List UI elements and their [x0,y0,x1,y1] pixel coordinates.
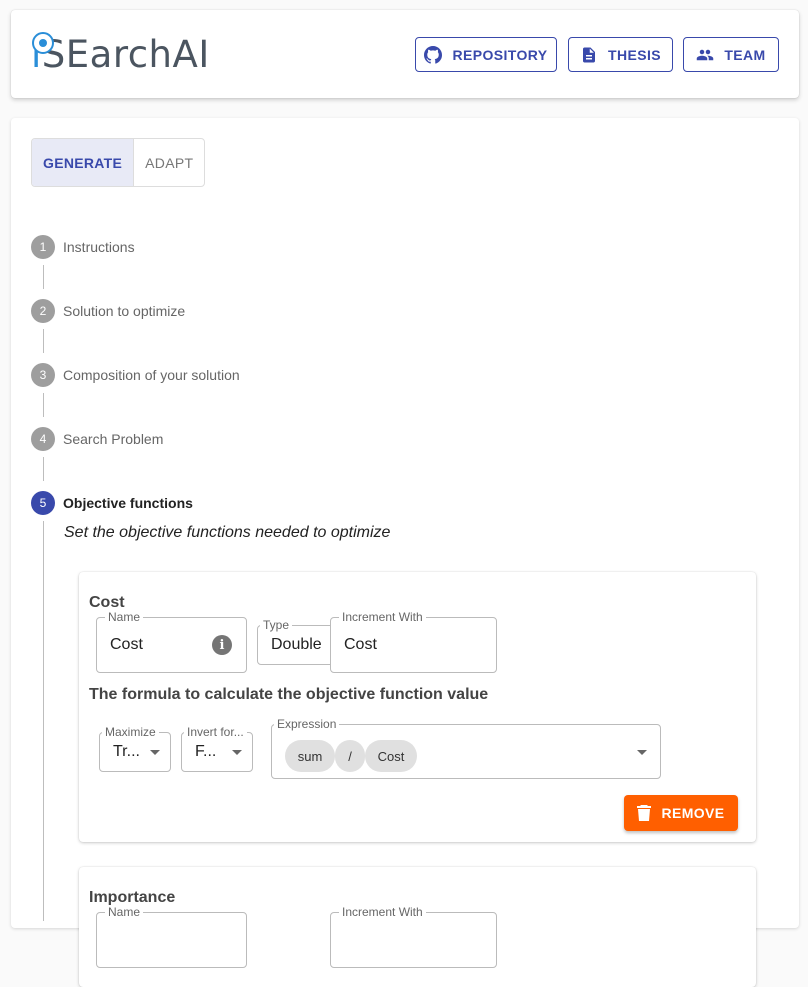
expression-select[interactable]: Expression sum / Cost [271,717,661,779]
remove-button[interactable]: REMOVE [624,795,738,831]
step-composition[interactable]: 3 Composition of your solution [31,363,240,387]
main-panel: GENERATE ADAPT 1 Instructions 2 Solution… [11,118,799,987]
app-header: iSEarchAI REPOSITORY THESIS TEAM [11,10,799,98]
expression-chip[interactable]: / [335,740,365,772]
step-label: Composition of your solution [63,367,240,383]
increment-with-value: Cost [344,636,377,653]
step-objective-functions[interactable]: 5 Objective functions [31,491,193,515]
step-connector [43,329,44,353]
invert-select[interactable]: Invert for... F... [181,725,253,772]
thesis-button-label: THESIS [608,46,661,63]
info-icon[interactable]: i [212,635,232,655]
repository-button-label: REPOSITORY [452,46,548,63]
generate-toggle[interactable]: GENERATE [32,139,135,186]
isearchai-logo[interactable]: iSEarchAI [31,30,210,80]
github-icon [424,45,443,64]
step-description: Set the objective functions needed to op… [64,524,391,541]
step-number: 1 [31,235,55,259]
type-value: Double [271,636,322,653]
step-solution-to-optimize[interactable]: 2 Solution to optimize [31,299,185,323]
step-search-problem[interactable]: 4 Search Problem [31,427,163,451]
maximize-value: Tr... [113,743,140,760]
chevron-down-icon [637,749,647,755]
remove-button-label: REMOVE [661,805,725,821]
repository-button[interactable]: REPOSITORY [415,37,557,72]
objective-card: Cost Name Cost i Type Double Increment W… [79,572,756,842]
step-number: 4 [31,427,55,451]
people-icon [697,49,714,60]
team-button-label: TEAM [724,46,766,63]
step-number: 3 [31,363,55,387]
mode-toggle-group: GENERATE ADAPT [31,138,206,187]
step-connector [43,265,44,289]
invert-value: F... [195,743,217,760]
logo-rest: SEarchAI [41,33,210,76]
increment-with-label: Increment With [339,905,426,919]
adapt-toggle[interactable]: ADAPT [134,139,204,186]
increment-with-field[interactable]: Increment With Cost [330,610,497,673]
document-icon [583,47,596,62]
step-label: Solution to optimize [63,303,186,319]
step-connector [43,457,44,481]
thesis-button[interactable]: THESIS [568,37,673,72]
expression-label: Expression [274,717,340,731]
step-number: 2 [31,299,55,323]
chevron-down-icon [150,750,160,755]
name-label: Name [105,905,144,919]
name-value: Cost [110,636,143,653]
expression-chip[interactable]: Cost [365,740,417,772]
step-content-line [43,521,44,921]
expression-chip[interactable]: sum [285,740,335,772]
step-instructions[interactable]: 1 Instructions [31,235,135,259]
objective-card: Importance Name Increment With [79,867,756,987]
step-label: Search Problem [63,431,164,447]
increment-with-field[interactable]: Increment With [330,905,497,968]
trash-icon [637,805,652,821]
maximize-select[interactable]: Maximize Tr... [99,725,171,772]
team-button[interactable]: TEAM [683,37,779,72]
formula-title: The formula to calculate the objective f… [89,686,489,703]
name-field[interactable]: Name [96,905,247,968]
step-label: Objective functions [63,495,193,511]
chevron-down-icon [232,750,242,755]
step-number: 5 [31,491,55,515]
step-connector [43,393,44,417]
name-field[interactable]: Name Cost i [96,610,247,673]
logo-pointer-icon [32,32,54,54]
step-label: Instructions [63,239,135,255]
